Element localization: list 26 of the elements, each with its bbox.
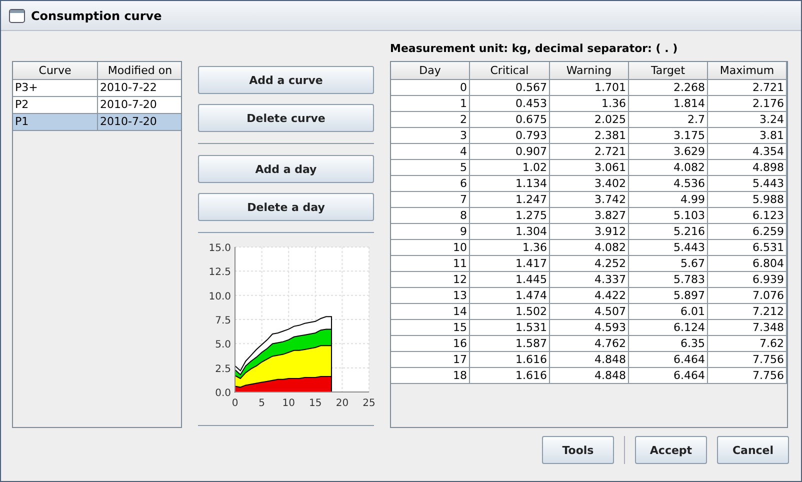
y-tick-label: 5.0	[215, 340, 231, 351]
y-tick-label: 2.5	[215, 364, 231, 375]
x-tick-label: 20	[336, 398, 349, 409]
unit-label: Measurement unit: kg, decimal separator: ( . )	[390, 40, 679, 54]
x-tick-label: 15	[309, 398, 322, 409]
dialog-button[interactable]: Accept	[635, 436, 707, 464]
x-tick-label: 25	[362, 398, 376, 409]
x-tick-label: 0	[232, 398, 238, 409]
action-button[interactable]: Delete curve	[198, 104, 374, 132]
curve-row[interactable]: P1 2010-7-20	[13, 114, 181, 131]
action-button[interactable]: Add a curve	[198, 66, 374, 94]
y-tick-label: 10.0	[208, 291, 231, 302]
x-tick-label: 5	[258, 398, 265, 409]
dialog-button[interactable]: Tools	[542, 436, 614, 464]
window-icon	[9, 8, 25, 22]
curve-row[interactable]: P2 2010-7-20	[13, 97, 181, 114]
y-tick-label: 0.0	[215, 388, 231, 399]
window-title: Consumption curve	[31, 8, 162, 22]
y-tick-label: 12.5	[208, 267, 231, 278]
x-tick-label: 10	[282, 398, 295, 409]
dialog-button[interactable]: Cancel	[717, 436, 789, 464]
curve-row[interactable]: P3+ 2010-7-22	[13, 80, 181, 97]
action-button[interactable]: Add a day	[198, 155, 374, 183]
y-tick-label: 7.5	[215, 316, 231, 326]
y-tick-label: 15.0	[208, 243, 231, 254]
action-button[interactable]: Delete a day	[198, 193, 374, 221]
